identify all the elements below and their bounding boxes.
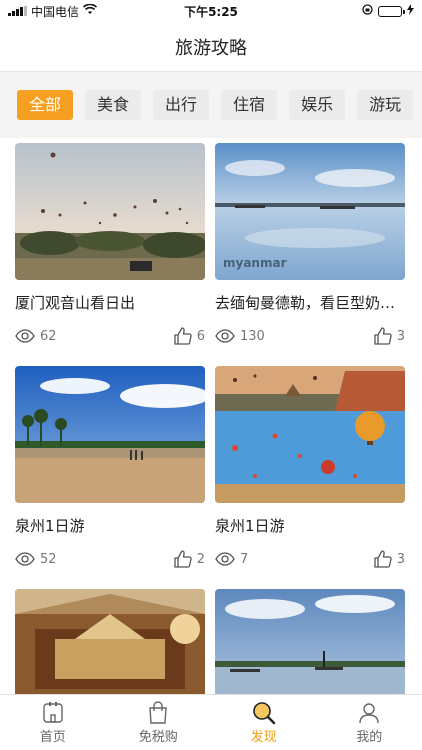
tab-discover-label: 发现	[250, 730, 277, 745]
like-button[interactable]: 3	[374, 550, 405, 568]
like-button[interactable]: 3	[374, 327, 405, 345]
article-image-balloons-field	[15, 143, 205, 280]
article-title: 泉州1日游	[15, 517, 85, 535]
signal-icon	[8, 6, 27, 16]
tab-lodging[interactable]: 住宿	[221, 90, 278, 120]
views-stat: 52	[15, 552, 57, 567]
profile-icon	[358, 700, 380, 726]
tab-home[interactable]: 首页	[0, 695, 106, 750]
article-card[interactable]	[215, 589, 405, 694]
likes-count: 3	[396, 328, 405, 344]
views-count: 62	[40, 328, 57, 344]
article-image-lake-reflection: myanmar	[215, 143, 405, 280]
tab-sightseeing[interactable]: 游玩	[357, 90, 414, 120]
wifi-icon	[82, 3, 98, 18]
charging-icon	[407, 4, 414, 18]
article-card[interactable]: 泉州1日游 52 2	[15, 366, 205, 569]
article-card[interactable]: myanmar 去缅甸曼德勒，看巨型奶… 130 3	[215, 143, 405, 346]
thumbs-up-icon	[374, 327, 392, 345]
article-image-beach-palms	[15, 366, 205, 503]
tab-entertainment[interactable]: 娱乐	[289, 90, 346, 120]
tab-profile-label: 我的	[356, 730, 383, 745]
article-feed: 厦门观音山看日出 62 6 myanmar 去缅甸曼德勒，看巨型奶… 130 3…	[0, 138, 422, 694]
page-title: 旅游攻略	[175, 37, 247, 59]
status-left: 中国电信	[8, 3, 98, 20]
thumbs-up-icon	[174, 327, 192, 345]
article-card[interactable]	[15, 589, 205, 694]
battery-icon	[378, 5, 405, 17]
nav-bar: 旅游攻略	[0, 22, 422, 72]
tab-duty-free[interactable]: 免税购	[106, 695, 212, 750]
category-tabs: 全部 美食 出行 住宿 娱乐 游玩	[0, 72, 422, 138]
tab-discover[interactable]: 发现	[211, 695, 317, 750]
article-card[interactable]: 厦门观音山看日出 62 6	[15, 143, 205, 346]
article-image-bagan-balloons	[215, 366, 405, 503]
views-count: 130	[240, 328, 265, 344]
views-stat: 130	[215, 329, 265, 344]
likes-count: 6	[196, 328, 205, 344]
article-meta: 52 2	[15, 549, 205, 569]
likes-count: 2	[196, 551, 205, 567]
article-image-lake-boats	[215, 589, 405, 694]
article-image-temple-interior	[15, 589, 205, 694]
eye-icon	[15, 329, 35, 343]
article-title: 去缅甸曼德勒，看巨型奶…	[215, 294, 396, 312]
article-card[interactable]: 泉州1日游 7 3	[215, 366, 405, 569]
likes-count: 3	[396, 551, 405, 567]
article-meta: 130 3	[215, 326, 405, 346]
eye-icon	[215, 329, 235, 343]
article-title: 厦门观音山看日出	[15, 294, 136, 312]
tab-travel[interactable]: 出行	[153, 90, 210, 120]
status-right	[362, 4, 414, 18]
like-button[interactable]: 6	[174, 327, 205, 345]
home-icon	[42, 700, 64, 726]
views-count: 52	[40, 551, 57, 567]
discover-search-icon	[251, 700, 277, 726]
article-meta: 7 3	[215, 549, 405, 569]
article-meta: 62 6	[15, 326, 205, 346]
bottom-tab-bar: 首页 免税购 发现 我的	[0, 694, 422, 750]
views-stat: 7	[215, 552, 248, 567]
thumbs-up-icon	[174, 550, 192, 568]
orientation-lock-icon	[362, 4, 373, 18]
tab-all[interactable]: 全部	[17, 90, 74, 120]
views-count: 7	[240, 551, 249, 567]
tab-profile[interactable]: 我的	[317, 695, 422, 750]
article-title: 泉州1日游	[215, 517, 285, 535]
tab-food[interactable]: 美食	[85, 90, 142, 120]
views-stat: 62	[15, 329, 57, 344]
shopping-bag-icon	[147, 700, 169, 726]
eye-icon	[15, 552, 35, 566]
thumbs-up-icon	[374, 550, 392, 568]
eye-icon	[215, 552, 235, 566]
tab-home-label: 首页	[39, 730, 66, 745]
tab-duty-free-label: 免税购	[138, 730, 178, 745]
image-watermark: myanmar	[223, 256, 287, 270]
status-bar: 中国电信 下午5:25	[0, 0, 422, 22]
carrier-label: 中国电信	[31, 4, 80, 19]
like-button[interactable]: 2	[174, 550, 205, 568]
